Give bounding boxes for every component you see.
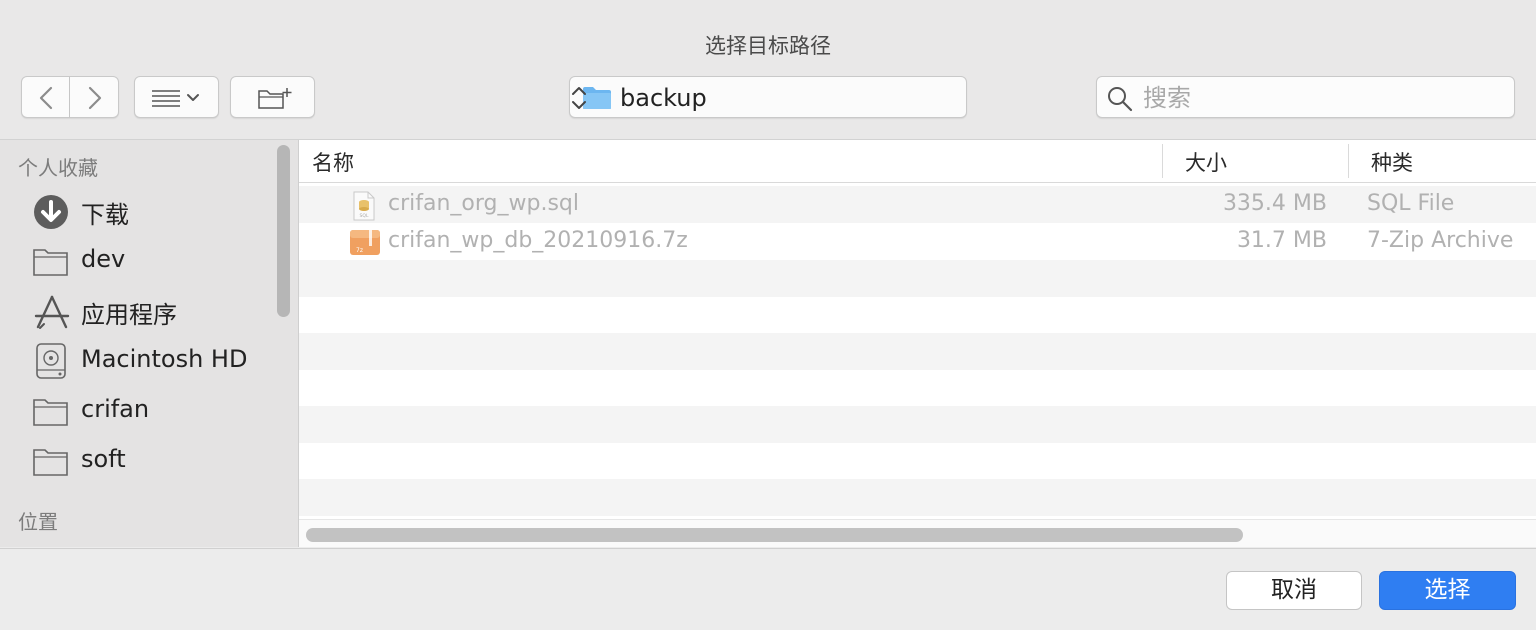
file-list: 名称 大小 种类 SQL crifan_org_wp.sql 335.4 MB …	[299, 140, 1536, 547]
file-size: 335.4 MB	[1222, 191, 1327, 216]
sidebar-item-label: Macintosh HD	[81, 345, 248, 373]
file-name: crifan_wp_db_20210916.7z	[388, 228, 688, 253]
list-stripe	[299, 406, 1536, 443]
dialog-footer: 取消 选择	[0, 548, 1536, 630]
view-options-button[interactable]	[134, 76, 219, 118]
archive-icon: 7z	[350, 230, 380, 255]
sidebar-item-applications[interactable]: 应用程序	[0, 288, 272, 332]
file-name: crifan_org_wp.sql	[388, 191, 579, 216]
sidebar-item-label: dev	[81, 245, 126, 273]
chevron-left-icon	[39, 86, 53, 110]
folder-icon	[33, 449, 68, 476]
sql-file-icon: SQL	[353, 191, 375, 221]
horizontal-scrollbar-track	[299, 519, 1536, 547]
horizontal-scrollbar[interactable]	[306, 528, 1243, 542]
back-button[interactable]	[21, 76, 70, 118]
list-stripe	[299, 479, 1536, 516]
sidebar-item-soft[interactable]: soft	[0, 438, 272, 482]
folder-icon	[33, 249, 68, 276]
download-icon	[34, 195, 68, 229]
toolbar: 选择目标路径 backup 搜索	[0, 0, 1536, 140]
column-divider[interactable]	[1162, 144, 1163, 178]
column-divider[interactable]	[1348, 144, 1349, 178]
search-field[interactable]	[1096, 76, 1515, 118]
file-size: 31.7 MB	[1236, 228, 1327, 253]
applications-icon	[34, 295, 70, 329]
file-kind: SQL File	[1367, 191, 1455, 216]
sidebar-scrollbar[interactable]	[277, 145, 290, 317]
chevron-right-icon	[88, 86, 102, 110]
sidebar-item-label: crifan	[81, 395, 150, 423]
column-header-name[interactable]: 名称	[312, 147, 354, 177]
sidebar-item-downloads[interactable]: 下载	[0, 188, 272, 232]
list-view-icon	[152, 90, 199, 107]
sidebar-item-macintosh-hd[interactable]: Macintosh HD	[0, 338, 272, 382]
locations-heading: 位置	[18, 510, 58, 534]
location-popup[interactable]: backup	[569, 76, 967, 118]
svg-text:SQL: SQL	[360, 213, 369, 219]
cancel-button[interactable]: 取消	[1226, 571, 1362, 610]
forward-button[interactable]	[70, 76, 119, 118]
list-stripe	[299, 260, 1536, 297]
column-header-size[interactable]: 大小	[1185, 147, 1227, 177]
list-header: 名称 大小 种类	[299, 140, 1536, 183]
folder-icon	[33, 399, 68, 426]
window-title: 选择目标路径	[705, 34, 831, 58]
file-row[interactable]: 7z crifan_wp_db_20210916.7z 31.7 MB 7-Zi…	[299, 223, 1536, 260]
column-header-kind[interactable]: 种类	[1371, 147, 1413, 177]
list-stripe	[299, 333, 1536, 370]
favorites-heading: 个人收藏	[18, 156, 98, 180]
sidebar: 个人收藏 下载 dev 应用程序 Macintosh HD crifan sof…	[0, 140, 299, 547]
sidebar-item-label: 下载	[81, 201, 129, 229]
search-icon	[1108, 87, 1133, 112]
location-label: backup	[620, 84, 707, 112]
sidebar-item-label: 应用程序	[81, 301, 177, 329]
sidebar-item-dev[interactable]: dev	[0, 238, 272, 282]
new-folder-icon	[258, 88, 292, 109]
sidebar-item-crifan[interactable]: crifan	[0, 388, 272, 432]
up-down-chevron-icon	[572, 87, 586, 109]
svg-text:7z: 7z	[356, 247, 363, 254]
sidebar-item-label: soft	[81, 445, 126, 473]
choose-button[interactable]: 选择	[1379, 571, 1516, 610]
hard-drive-icon	[36, 343, 66, 379]
file-row[interactable]: SQL crifan_org_wp.sql 335.4 MB SQL File	[299, 186, 1536, 223]
new-folder-button[interactable]	[230, 76, 315, 118]
file-kind: 7-Zip Archive	[1367, 228, 1514, 253]
search-input[interactable]	[1141, 81, 1505, 115]
